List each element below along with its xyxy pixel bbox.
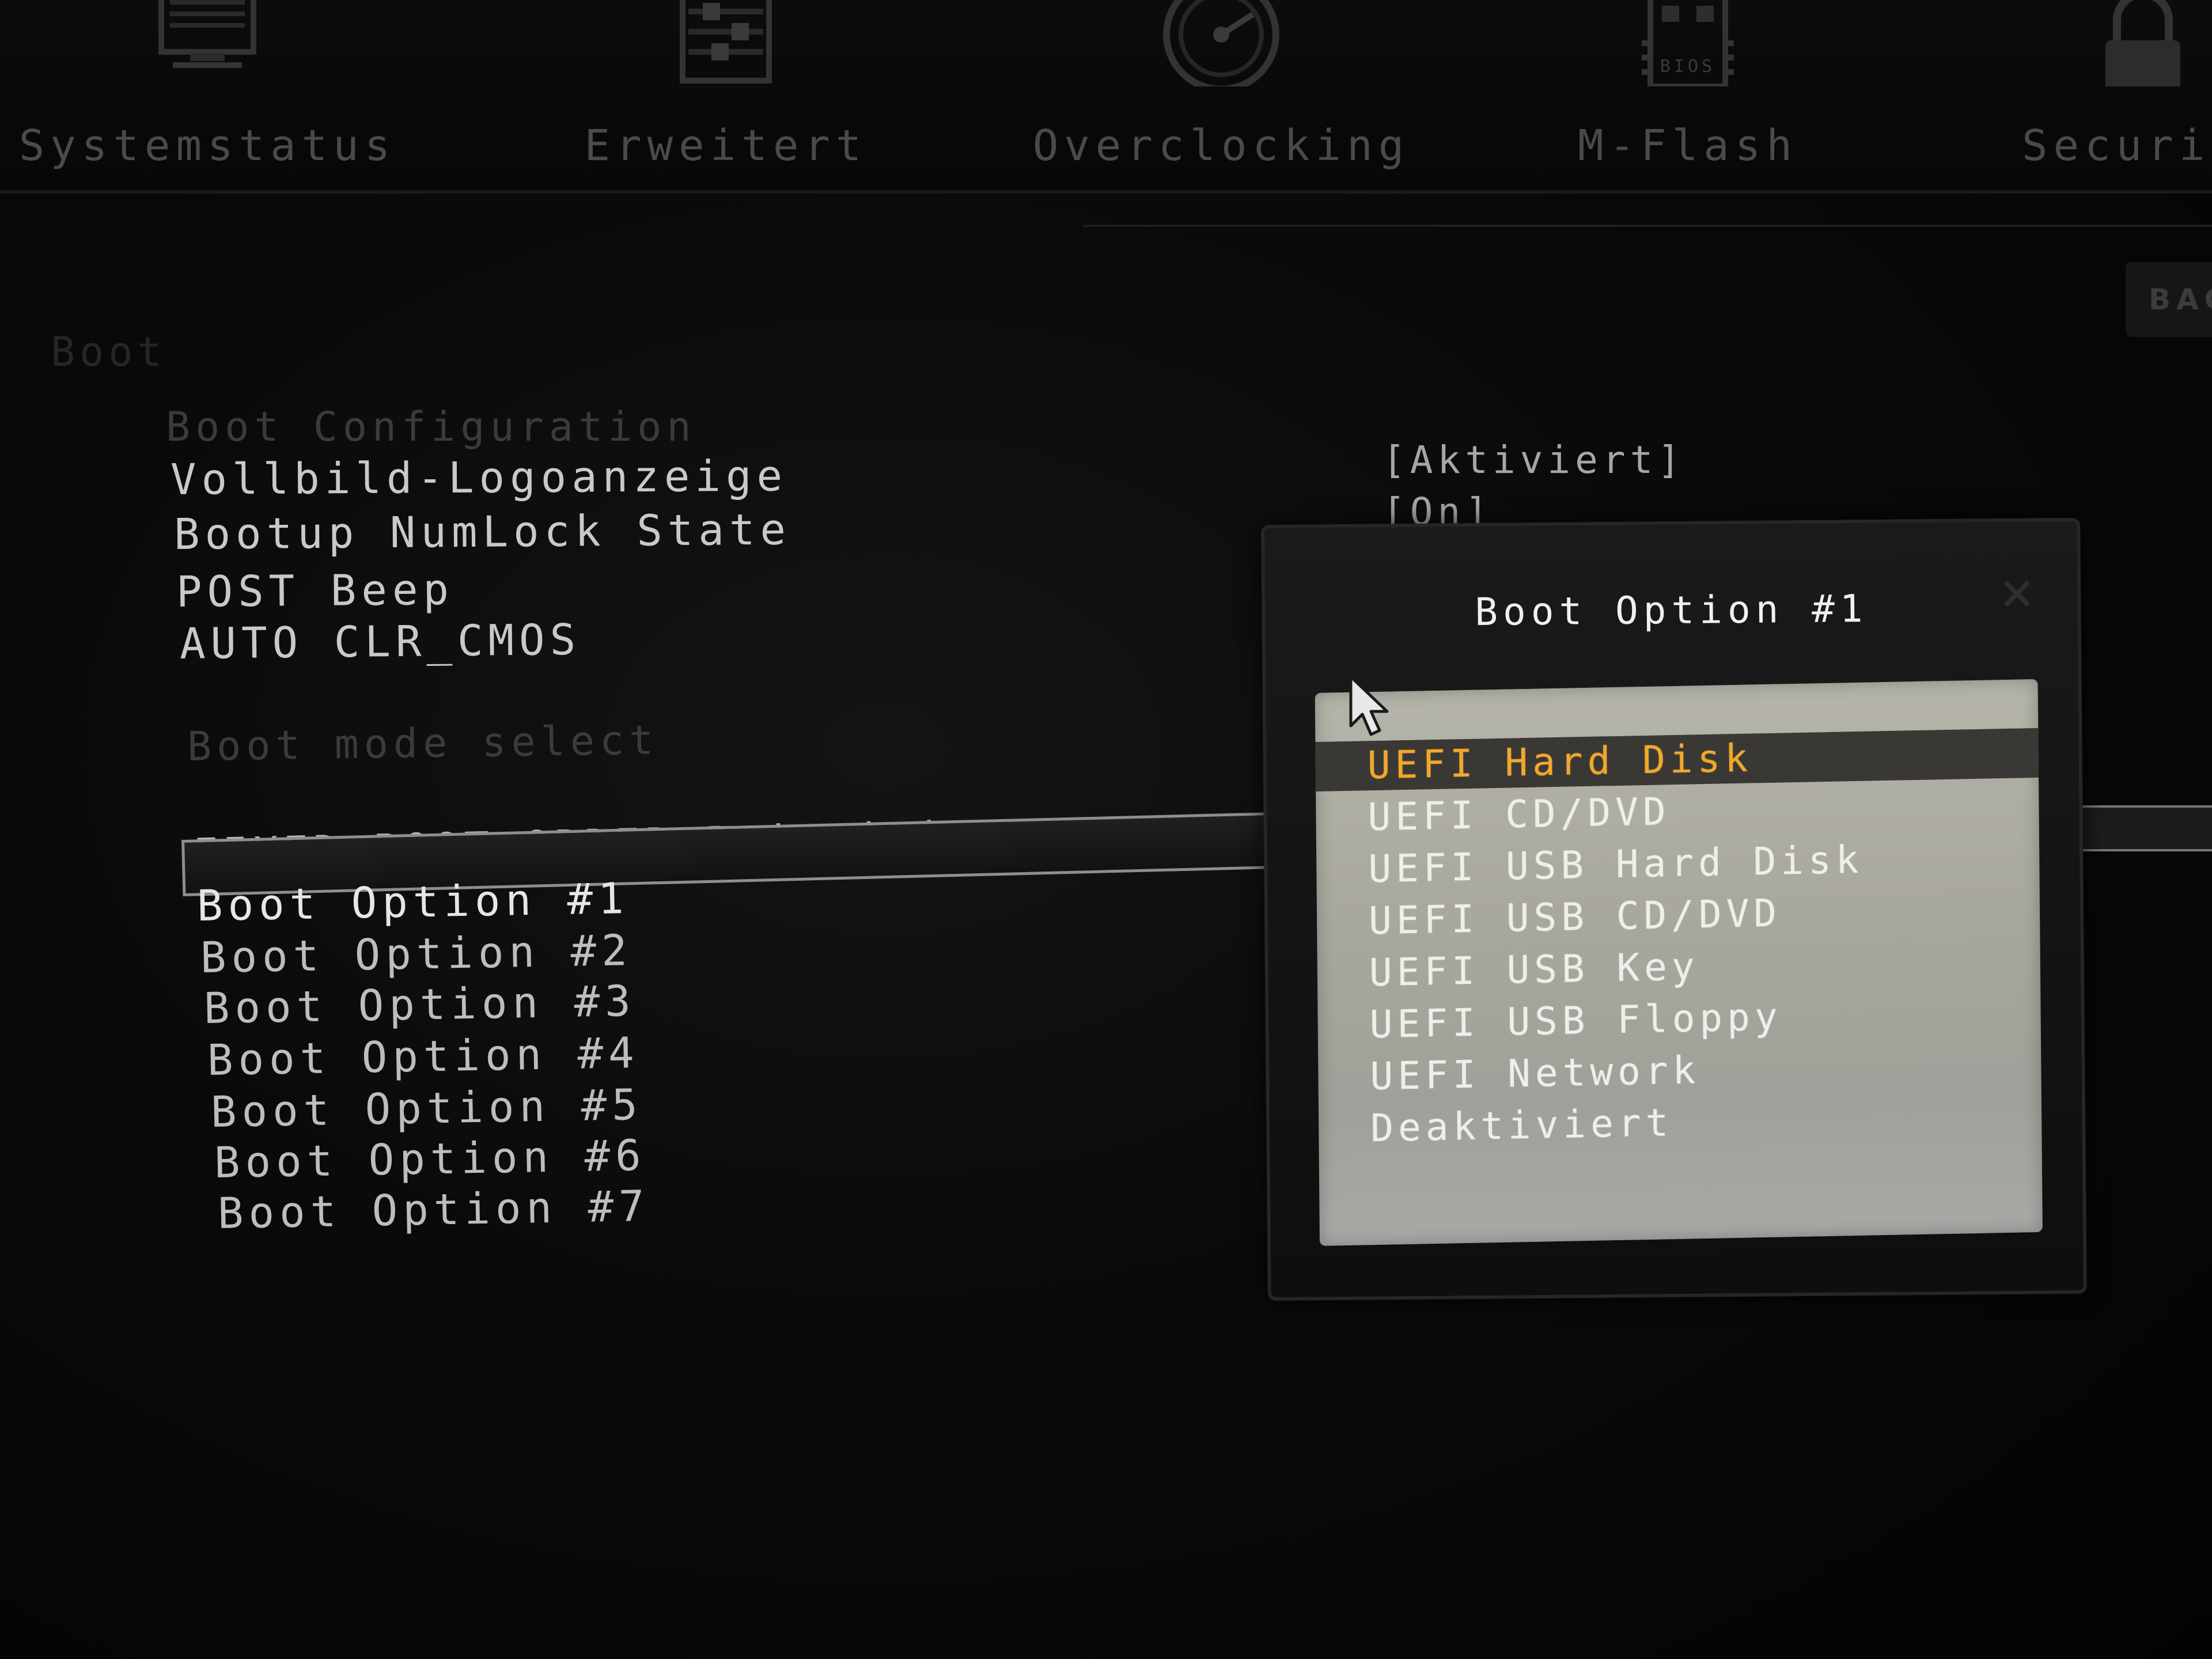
option-deaktiviert[interactable]: Deaktiviert	[1319, 1091, 2042, 1154]
setting-post-beep[interactable]: POST Beep	[176, 565, 454, 617]
boot-device-list: UEFI Hard Disk UEFI CD/DVD UEFI USB Hard…	[1315, 679, 2043, 1246]
setting-value[interactable]: [Aktiviert]	[1382, 438, 1685, 482]
mouse-cursor-icon	[1348, 674, 1394, 737]
boot-option-7[interactable]: Boot Option #7	[217, 1181, 650, 1238]
boot-option-4[interactable]: Boot Option #4	[207, 1028, 639, 1085]
section-title: Boot	[51, 328, 166, 376]
popup-title: Boot Option #1	[1474, 586, 1868, 634]
boot-option-3[interactable]: Boot Option #3	[203, 976, 636, 1033]
close-icon[interactable]	[1997, 573, 2037, 614]
boot-option-5[interactable]: Boot Option #5	[210, 1080, 643, 1137]
boot-configuration-header: Boot Configuration	[166, 403, 696, 450]
boot-option-popup: Boot Option #1 UEFI Hard Disk UEFI CD/DV…	[1261, 517, 2087, 1301]
setting-auto-clr-cmos[interactable]: AUTO CLR_CMOS	[180, 615, 581, 669]
bios-screen: Systemstatus Erweitert Overclocking BIOS…	[0, 0, 2212, 1659]
boot-option-6[interactable]: Boot Option #6	[214, 1131, 646, 1188]
setting-full-screen-logo[interactable]: Vollbild-Logoanzeige	[171, 451, 788, 505]
setting-numlock-state[interactable]: Bootup NumLock State	[174, 505, 791, 559]
highlight-bar-continuation	[2074, 805, 2212, 851]
boot-option-1[interactable]: Boot Option #1	[196, 874, 629, 931]
boot-mode-select-header[interactable]: Boot mode select	[187, 717, 658, 770]
boot-option-2[interactable]: Boot Option #2	[200, 926, 632, 983]
